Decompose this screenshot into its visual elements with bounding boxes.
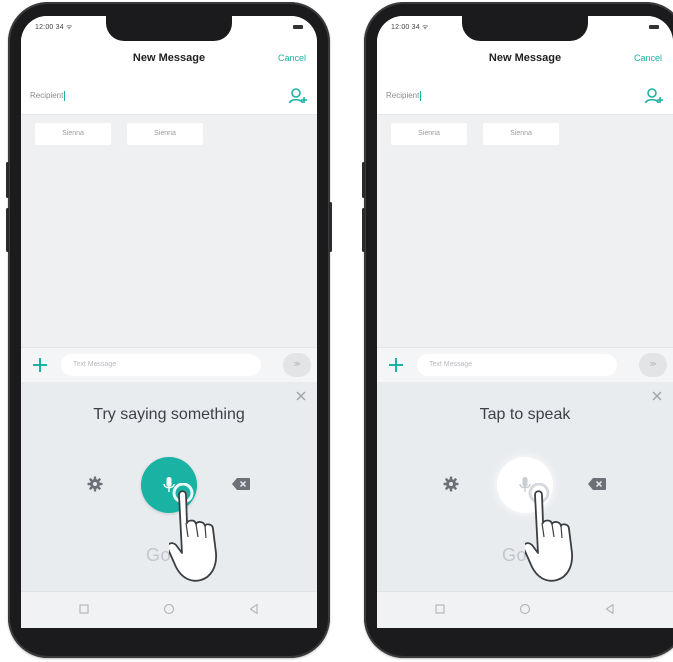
back-icon[interactable] — [603, 602, 617, 616]
recipient-field[interactable]: Recipient — [30, 91, 66, 101]
battery-icon — [293, 25, 303, 29]
send-button[interactable]: ≫ — [283, 353, 311, 377]
voice-prompt: Try saying something — [93, 406, 245, 423]
navigation-bar — [377, 591, 673, 628]
recipient-field[interactable]: Recipient — [386, 91, 422, 101]
recipient-label: Recipient — [30, 91, 64, 101]
header: New Message Cancel — [377, 40, 673, 78]
recent-apps-icon[interactable] — [433, 602, 447, 616]
suggestion-chip[interactable]: Sienna — [483, 123, 559, 145]
close-icon[interactable] — [293, 388, 309, 404]
phone-right: 12:00 34 ᯤ New Message Cancel Recipient … — [362, 2, 673, 658]
cancel-button[interactable]: Cancel — [278, 53, 306, 63]
add-contact-icon[interactable] — [287, 85, 309, 107]
status-time: 12:00 34 ᯤ — [391, 24, 429, 31]
battery-icon — [649, 25, 659, 29]
cancel-button[interactable]: Cancel — [634, 53, 662, 63]
navigation-bar — [21, 591, 317, 628]
volume-button — [362, 208, 365, 252]
text-caret — [420, 91, 422, 101]
suggestion-chip[interactable]: Sienna — [127, 123, 203, 145]
phone-left: 12:00 34 ᯤ New Message Cancel Recipient … — [6, 2, 332, 658]
home-icon[interactable] — [162, 602, 176, 616]
recipient-row[interactable]: Recipient — [377, 78, 673, 115]
status-time: 12:00 34 ᯤ — [35, 24, 73, 31]
recipient-row[interactable]: Recipient — [21, 78, 317, 115]
power-button — [329, 202, 332, 252]
back-icon[interactable] — [247, 602, 261, 616]
plus-icon[interactable] — [386, 355, 406, 375]
header: New Message Cancel — [21, 40, 317, 78]
compose-bar: Text Message ≫ — [21, 347, 317, 382]
page-title: New Message — [132, 52, 206, 64]
message-input[interactable]: Text Message — [417, 354, 617, 376]
voice-prompt: Tap to speak — [479, 406, 571, 423]
volume-button — [6, 208, 9, 252]
text-caret — [64, 91, 66, 101]
contact-suggestions: Sienna Sienna — [21, 115, 317, 159]
volume-button — [6, 162, 9, 198]
close-icon[interactable] — [649, 388, 665, 404]
suggestion-chip[interactable]: Sienna — [391, 123, 467, 145]
notch — [462, 16, 588, 41]
recipient-label: Recipient — [386, 91, 420, 101]
recent-apps-icon[interactable] — [77, 602, 91, 616]
hand-pointer-icon — [169, 483, 217, 582]
screen: 12:00 34 ᯤ New Message Cancel Recipient … — [377, 16, 673, 628]
screen: 12:00 34 ᯤ New Message Cancel Recipient … — [21, 16, 317, 628]
notch — [106, 16, 232, 41]
send-button[interactable]: ≫ — [639, 353, 667, 377]
gear-icon[interactable] — [442, 475, 460, 493]
hand-pointer-icon — [525, 483, 573, 582]
volume-button — [362, 162, 365, 198]
contact-suggestions: Sienna Sienna — [377, 115, 673, 159]
voice-input-panel: Tap to speak Goog — [377, 382, 673, 592]
page-title: New Message — [488, 52, 562, 64]
suggestion-chip[interactable]: Sienna — [35, 123, 111, 145]
compose-bar: Text Message ≫ — [377, 347, 673, 382]
home-icon[interactable] — [518, 602, 532, 616]
voice-input-panel: Try saying something Goog — [21, 382, 317, 592]
gear-icon[interactable] — [86, 475, 104, 493]
add-contact-icon[interactable] — [643, 85, 665, 107]
message-input[interactable]: Text Message — [61, 354, 261, 376]
plus-icon[interactable] — [30, 355, 50, 375]
